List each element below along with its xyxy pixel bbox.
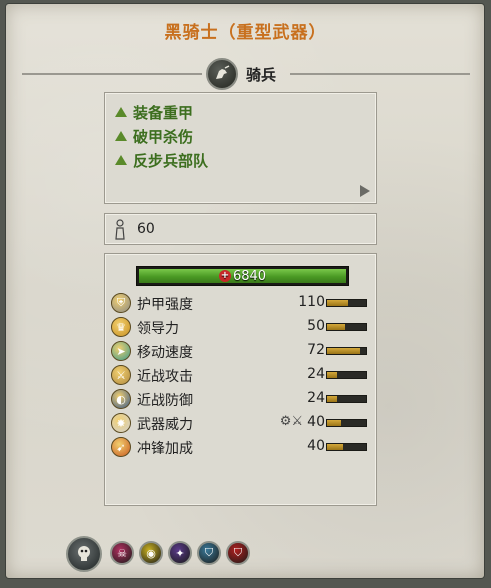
stat-row[interactable]: ➹ 冲锋加成 40	[111, 436, 373, 458]
divider-right	[290, 73, 470, 75]
stat-bar-fill	[327, 420, 341, 426]
shield-red-icon[interactable]: ⛉	[226, 541, 250, 565]
stat-row[interactable]: ✸ 武器威力 ⚙⚔ 40	[111, 412, 373, 434]
stat-bar	[326, 323, 367, 331]
stat-value: 40	[307, 414, 325, 430]
skull-icon[interactable]: ☠	[110, 541, 134, 565]
positive-triangle-icon	[115, 131, 127, 141]
health-value: 6840	[232, 268, 267, 284]
stats-panel: + 6840 ⛨ 护甲强度 110 ♛ 领导力 50 ➤ 移动速度 72 ⚔ 近战攻击 24 ◐ 近战防御…	[104, 253, 377, 506]
stat-bar	[326, 395, 367, 403]
stat-label: 护甲强度	[137, 297, 193, 313]
stat-value: 110	[298, 294, 325, 310]
stat-label: 冲锋加成	[137, 441, 193, 457]
stat-bar-fill	[327, 372, 337, 378]
lord-portrait-icon[interactable]	[66, 536, 102, 572]
shield-icon[interactable]: ⛉	[197, 541, 221, 565]
attribute-item[interactable]: 反步兵部队	[115, 149, 208, 171]
charge-bonus-icon: ➹	[111, 437, 131, 457]
attribute-label: 破甲杀伤	[133, 127, 194, 146]
stat-row[interactable]: ➤ 移动速度 72	[111, 340, 373, 362]
stat-label: 武器威力	[137, 417, 193, 433]
stat-bar	[326, 443, 367, 451]
stat-label: 近战防御	[137, 393, 193, 409]
stat-bar-fill	[327, 324, 345, 330]
health-bar[interactable]: + 6840	[136, 266, 349, 286]
stat-bar-fill	[327, 396, 337, 402]
melee-attack-icon: ⚔	[111, 365, 131, 385]
attribute-item[interactable]: 装备重甲	[115, 101, 193, 123]
stat-value: 24	[307, 366, 325, 382]
stat-label: 领导力	[137, 321, 179, 337]
attribute-label: 反步兵部队	[133, 151, 209, 170]
stat-value: 72	[307, 342, 325, 358]
stat-row[interactable]: ⚔ 近战攻击 24	[111, 364, 373, 386]
attributes-panel: 装备重甲 破甲杀伤 反步兵部队	[104, 92, 377, 204]
stat-label: 近战攻击	[137, 369, 193, 385]
unit-size-value: 60	[137, 221, 155, 237]
stat-bar-fill	[327, 348, 361, 354]
unit-title: 黑骑士（重型武器）	[164, 23, 327, 43]
stat-value: 40	[307, 438, 325, 454]
stat-bar	[326, 419, 367, 427]
soldier-icon	[115, 219, 125, 240]
unit-size-panel: 60	[104, 213, 377, 245]
stat-bar	[326, 347, 367, 355]
stat-label: 移动速度	[137, 345, 193, 361]
stat-row[interactable]: ⛨ 护甲强度 110	[111, 292, 373, 314]
stat-bar	[326, 371, 367, 379]
cavalry-class-icon[interactable]	[206, 58, 238, 90]
stat-bar-fill	[327, 444, 343, 450]
unit-card: 黑骑士（重型武器） 骑兵 装备重甲 破甲杀伤 反步兵部队 60 + 6840 ⛨…	[0, 0, 491, 588]
health-bar-fill: + 6840	[139, 268, 346, 284]
armour-icon: ⛨	[111, 293, 131, 313]
expand-arrow-icon[interactable]	[360, 185, 370, 197]
speed-icon: ➤	[111, 341, 131, 361]
anti-large-icon: ⚙⚔	[279, 414, 303, 429]
leadership-icon: ♛	[111, 317, 131, 337]
positive-triangle-icon	[115, 155, 127, 165]
health-cross-icon: +	[218, 270, 231, 282]
eye-icon[interactable]: ◉	[139, 541, 163, 565]
unit-class-label: 骑兵	[246, 66, 277, 84]
stat-value: 24	[307, 390, 325, 406]
stat-bar	[326, 299, 367, 307]
weapon-strength-icon: ✸	[111, 413, 131, 433]
melee-defence-icon: ◐	[111, 389, 131, 409]
positive-triangle-icon	[115, 107, 127, 117]
stat-bar-fill	[327, 300, 349, 306]
attribute-label: 装备重甲	[133, 103, 194, 122]
divider-left	[22, 73, 202, 75]
stat-row[interactable]: ◐ 近战防御 24	[111, 388, 373, 410]
attribute-item[interactable]: 破甲杀伤	[115, 125, 193, 147]
flame-icon[interactable]: ✦	[168, 541, 192, 565]
stat-row[interactable]: ♛ 领导力 50	[111, 316, 373, 338]
stat-value: 50	[307, 318, 325, 334]
